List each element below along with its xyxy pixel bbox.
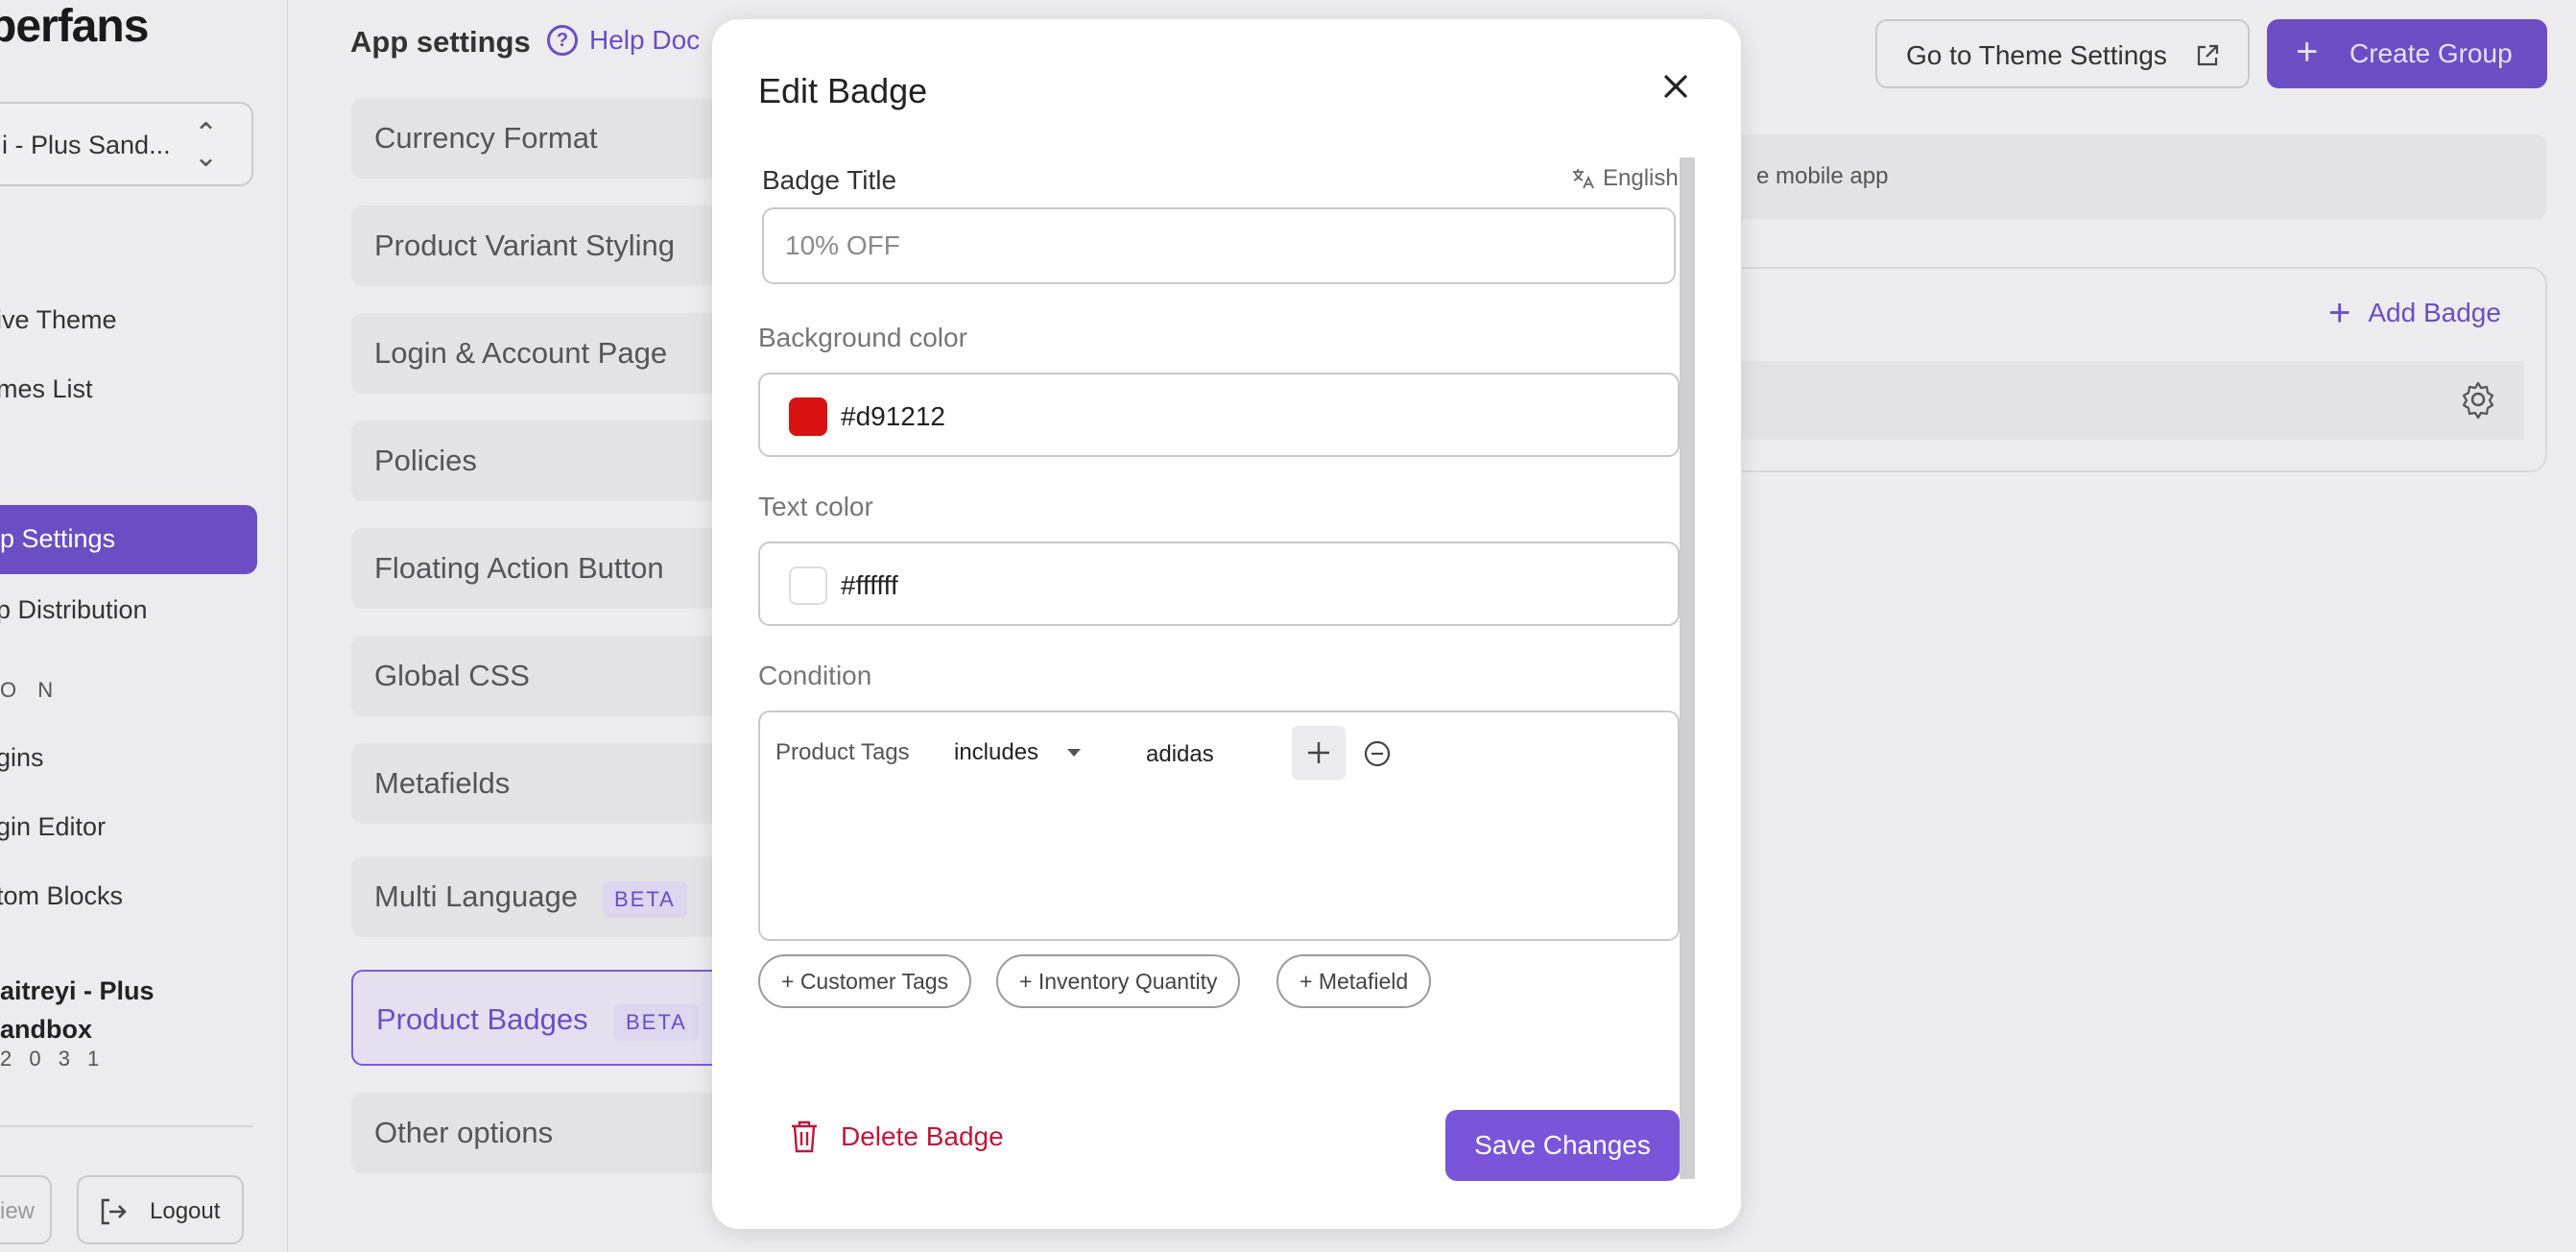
condition-value[interactable]: adidas xyxy=(1146,741,1214,768)
settings-item-product-badges[interactable]: Product Badges BETA xyxy=(351,970,735,1066)
scrollbar-thumb[interactable] xyxy=(1680,157,1695,1179)
settings-item-label: Multi Language xyxy=(374,879,578,913)
info-banner-text: e mobile app xyxy=(1756,163,1889,189)
language-label: English xyxy=(1603,165,1679,191)
logout-label: Logout xyxy=(150,1198,221,1224)
plus-icon: + xyxy=(2296,31,2319,73)
add-condition-button[interactable] xyxy=(1292,726,1346,780)
settings-item-multi-language[interactable]: Multi Language BETA xyxy=(351,856,735,937)
condition-field-select[interactable]: Product Tags xyxy=(775,739,910,766)
condition-builder: Product Tags includes adidas xyxy=(758,710,1680,941)
language-selector[interactable]: English xyxy=(1570,165,1679,192)
add-customer-tags-chip[interactable]: + Customer Tags xyxy=(758,954,972,1008)
plus-icon: + xyxy=(2328,292,2351,334)
sidebar-section-label: O N xyxy=(0,678,61,702)
help-doc-link[interactable]: ? Help Doc xyxy=(547,25,700,56)
sidebar-item-custom-blocks[interactable]: tom Blocks xyxy=(0,881,123,911)
delete-badge-label: Delete Badge xyxy=(841,1121,1004,1151)
beta-badge: BETA xyxy=(614,1004,699,1041)
theme-button-label: Go to Theme Settings xyxy=(1906,40,2167,70)
go-to-theme-settings-button[interactable]: Go to Theme Settings xyxy=(1875,19,2250,88)
sidebar-item-plugin-editor[interactable]: gin Editor xyxy=(0,812,106,842)
logout-icon xyxy=(101,1198,127,1225)
settings-item-metafields[interactable]: Metafields xyxy=(351,743,735,824)
add-badge-button[interactable]: + Add Badge xyxy=(2328,292,2501,334)
settings-item-label: Global CSS xyxy=(374,659,530,692)
text-color-swatch[interactable] xyxy=(789,566,827,605)
store-selector[interactable]: i - Plus Sand... ⌃ ⌄ xyxy=(0,102,253,186)
badge-row[interactable] xyxy=(1718,361,2524,440)
store-selector-label: i - Plus Sand... xyxy=(2,131,171,159)
settings-item-label: Currency Format xyxy=(374,121,598,155)
settings-item-policies[interactable]: Policies xyxy=(351,421,735,501)
text-color-field[interactable]: #ffffff xyxy=(758,542,1680,626)
settings-item-label: Product Variant Styling xyxy=(374,229,676,262)
badge-title-label: Badge Title xyxy=(762,165,897,195)
store-name-line2: andbox xyxy=(0,1015,93,1044)
logout-button[interactable]: Logout xyxy=(77,1175,244,1244)
preview-button[interactable]: iew xyxy=(0,1175,52,1244)
create-group-label: Create Group xyxy=(2349,38,2513,68)
chevron-up-down-icon: ⌃ ⌄ xyxy=(194,118,219,173)
plus-icon xyxy=(1308,742,1329,763)
preview-label: iew xyxy=(0,1198,36,1224)
settings-item-product-variant-styling[interactable]: Product Variant Styling xyxy=(351,205,735,286)
background-color-label: Background color xyxy=(758,323,967,352)
settings-item-login-account-page[interactable]: Login & Account Page xyxy=(351,313,735,394)
settings-item-other-options[interactable]: Other options xyxy=(351,1093,735,1173)
sidebar-item-app-distribution[interactable]: p Distribution xyxy=(0,595,148,625)
edit-badge-modal: Edit Badge Badge Title English Backgroun… xyxy=(712,19,1741,1229)
sidebar-divider xyxy=(0,1125,253,1127)
store-name-line1: aitreyi - Plus xyxy=(0,976,155,1005)
settings-item-label: Login & Account Page xyxy=(374,336,668,370)
app-logo: perfans xyxy=(0,1,149,52)
condition-label: Condition xyxy=(758,661,872,690)
add-metafield-chip[interactable]: + Metafield xyxy=(1276,954,1432,1008)
sidebar-item-label: p Settings xyxy=(0,524,116,553)
settings-item-label: Policies xyxy=(374,444,477,477)
beta-badge: BETA xyxy=(603,881,687,918)
create-group-button[interactable]: + Create Group xyxy=(2267,19,2547,88)
delete-badge-button[interactable]: Delete Badge xyxy=(789,1120,1004,1154)
store-id: 2 0 3 1 xyxy=(0,1047,106,1071)
condition-operator-select[interactable]: includes xyxy=(954,739,1038,766)
sidebar-item-app-settings[interactable]: p Settings xyxy=(0,505,257,574)
text-color-label: Text color xyxy=(758,492,873,521)
sidebar-item-live-theme[interactable]: ive Theme xyxy=(0,305,117,335)
external-link-icon xyxy=(2197,44,2219,66)
store-name: aitreyi - Plus andbox xyxy=(0,972,155,1048)
background-color-field[interactable]: #d91212 xyxy=(758,373,1680,457)
settings-item-label: Metafields xyxy=(374,766,511,800)
help-doc-label: Help Doc xyxy=(589,25,701,55)
settings-item-currency-format[interactable]: Currency Format xyxy=(351,98,735,179)
caret-down-icon[interactable] xyxy=(1067,749,1081,757)
background-color-value: #d91212 xyxy=(841,401,946,431)
settings-item-label: Product Badges xyxy=(376,1002,588,1036)
gear-icon[interactable] xyxy=(2459,380,2497,419)
add-inventory-quantity-chip[interactable]: + Inventory Quantity xyxy=(996,954,1241,1008)
trash-icon xyxy=(792,1120,817,1153)
settings-item-floating-action-button[interactable]: Floating Action Button xyxy=(351,528,735,609)
text-color-value: #ffffff xyxy=(841,570,898,600)
settings-heading: App settings xyxy=(350,25,531,59)
save-changes-button[interactable]: Save Changes xyxy=(1445,1110,1680,1181)
sidebar-item-plugins[interactable]: gins xyxy=(0,743,44,773)
close-icon[interactable] xyxy=(1657,67,1695,106)
sidebar-item-themes-list[interactable]: mes List xyxy=(0,374,93,404)
modal-title: Edit Badge xyxy=(758,71,928,110)
add-badge-label: Add Badge xyxy=(2368,298,2501,327)
sidebar: perfans i - Plus Sand... ⌃ ⌄ ive Theme me… xyxy=(0,0,288,1252)
badge-title-input[interactable] xyxy=(762,207,1676,284)
background-color-swatch[interactable] xyxy=(789,397,827,436)
remove-condition-icon[interactable] xyxy=(1363,739,1392,768)
translate-icon xyxy=(1573,169,1594,189)
info-banner: e mobile app xyxy=(1718,134,2547,219)
settings-item-label: Other options xyxy=(374,1116,554,1149)
settings-item-label: Floating Action Button xyxy=(374,551,664,585)
settings-item-global-css[interactable]: Global CSS xyxy=(351,636,735,716)
help-icon: ? xyxy=(547,25,578,56)
